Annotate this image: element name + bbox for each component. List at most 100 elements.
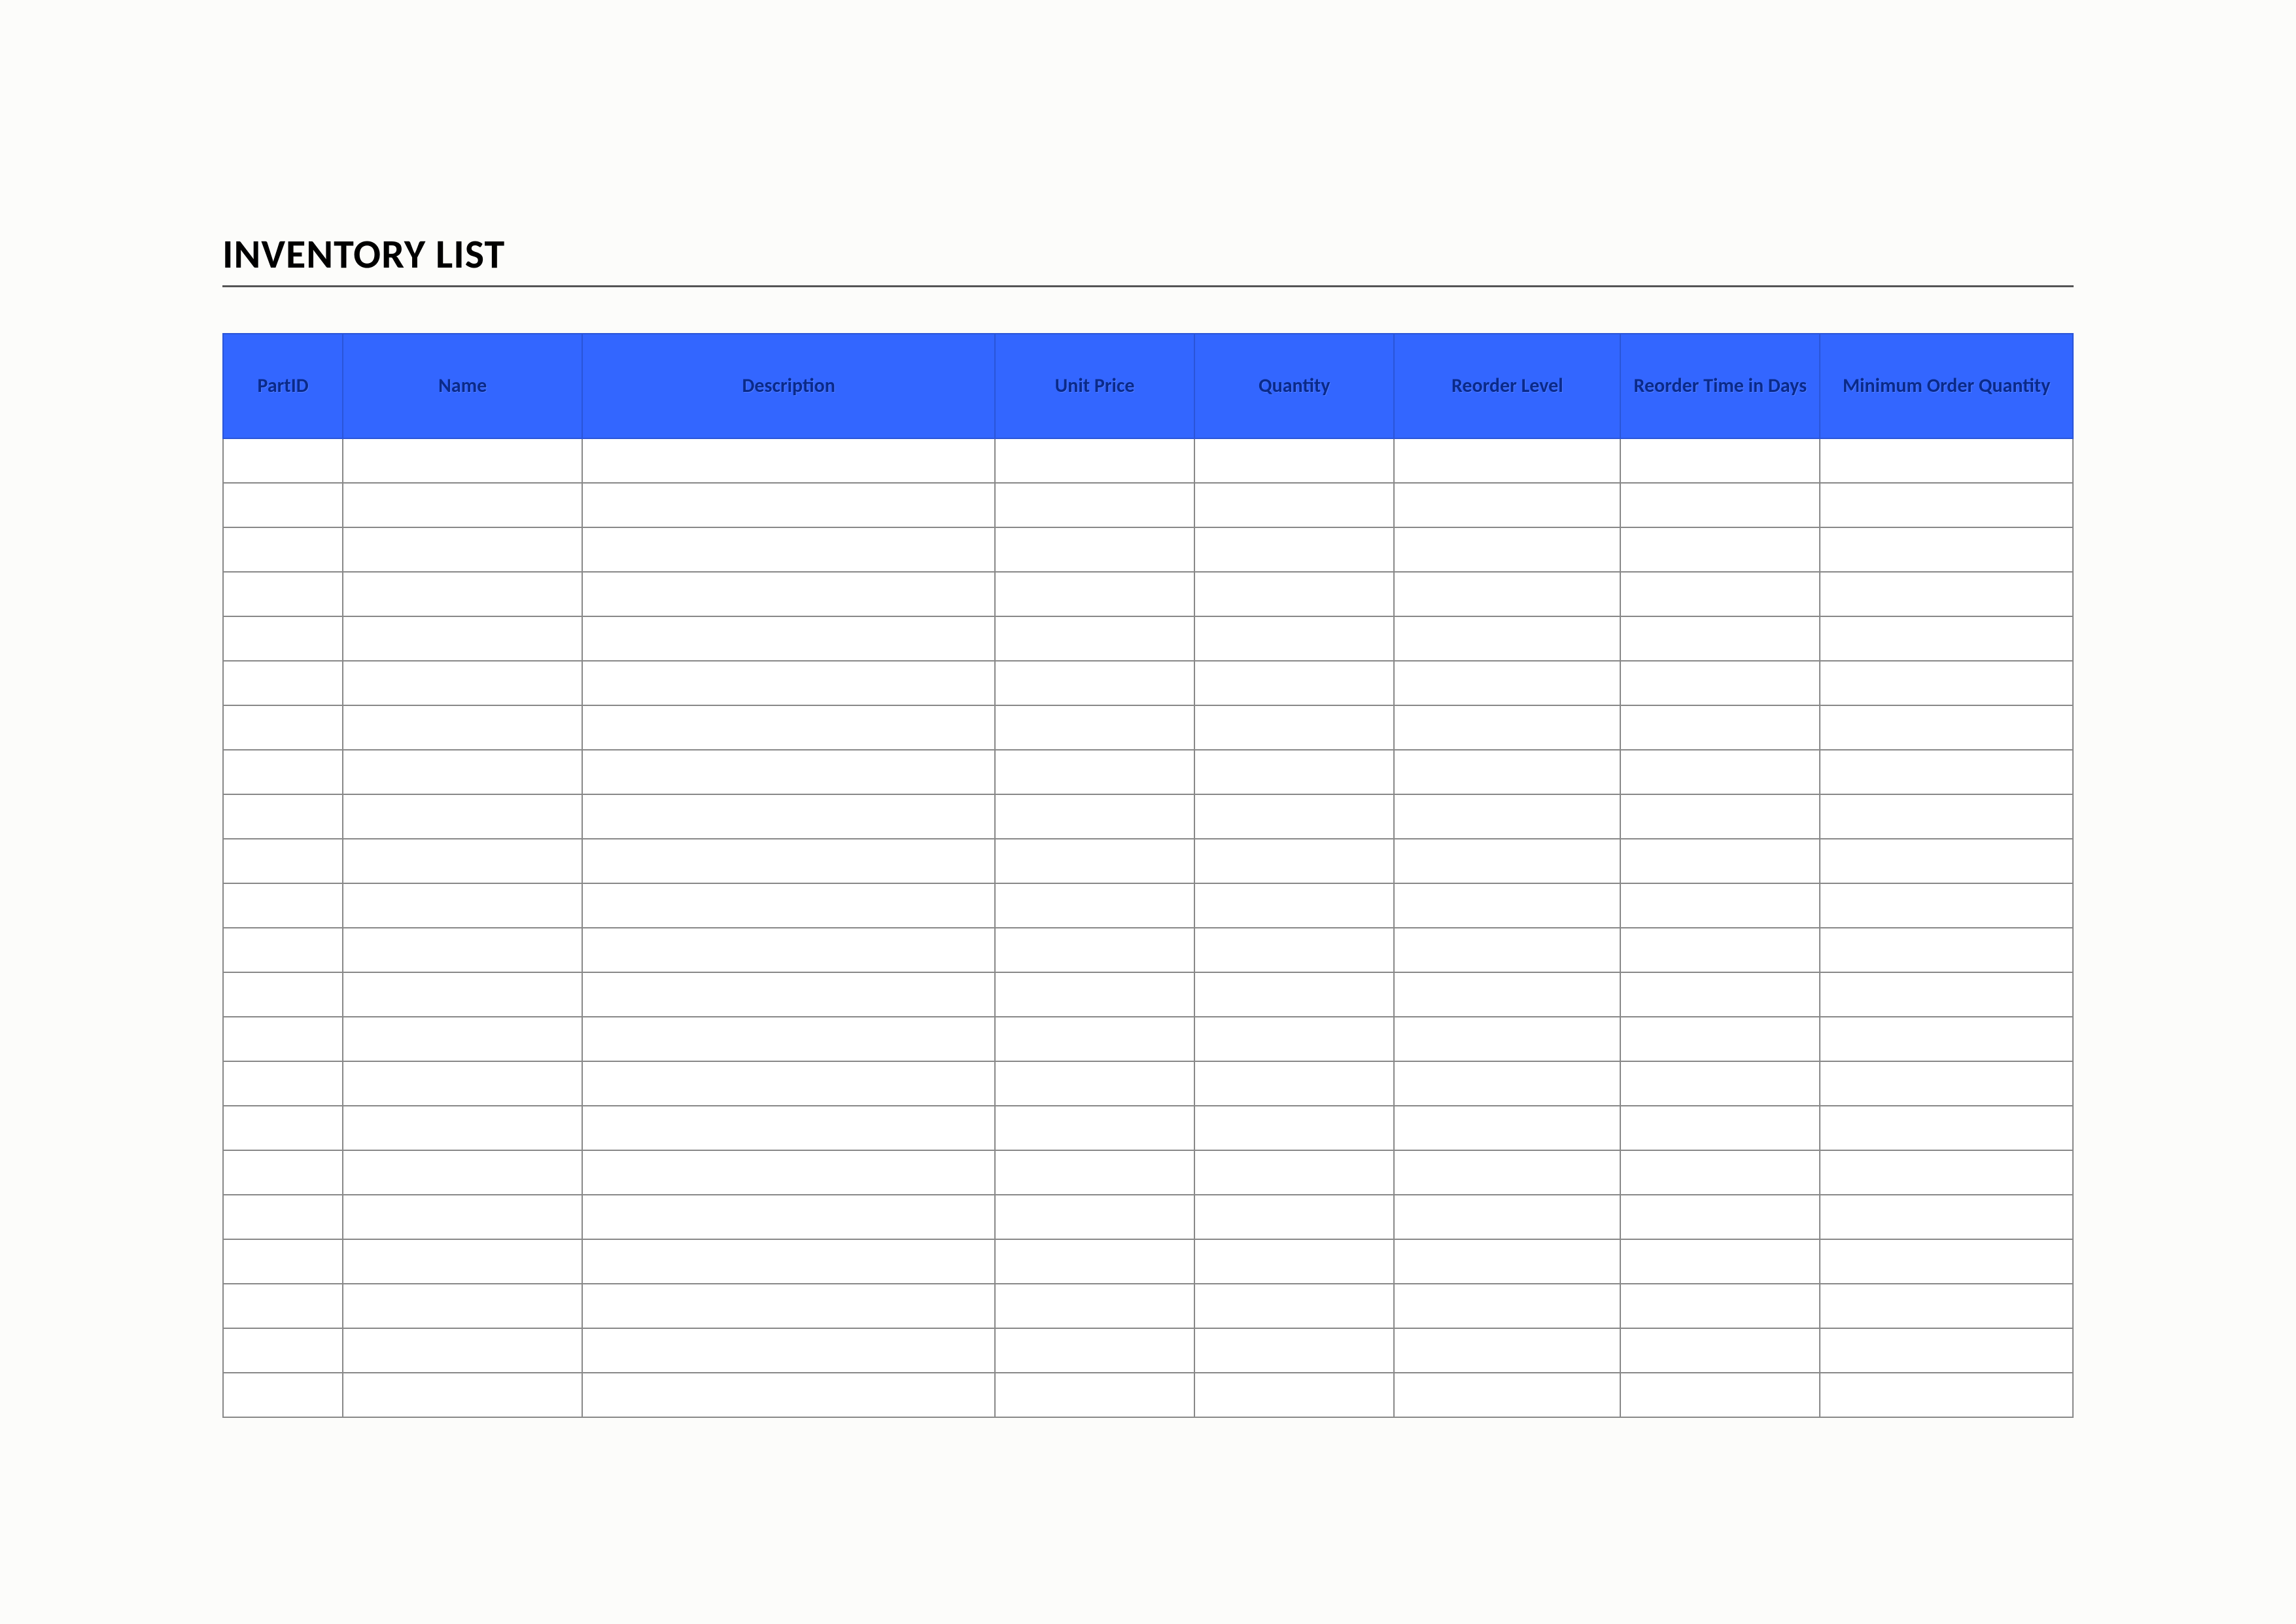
table-cell[interactable] <box>1620 1239 1820 1284</box>
table-cell[interactable] <box>1820 1373 2073 1417</box>
table-cell[interactable] <box>343 527 582 572</box>
table-cell[interactable] <box>1394 1150 1620 1195</box>
table-cell[interactable] <box>1820 972 2073 1017</box>
table-cell[interactable] <box>1620 750 1820 794</box>
table-cell[interactable] <box>343 1284 582 1328</box>
table-cell[interactable] <box>582 1150 995 1195</box>
table-cell[interactable] <box>1394 527 1620 572</box>
table-cell[interactable] <box>582 928 995 972</box>
table-cell[interactable] <box>995 1106 1194 1150</box>
table-cell[interactable] <box>582 1061 995 1106</box>
table-cell[interactable] <box>343 705 582 750</box>
table-cell[interactable] <box>343 616 582 661</box>
table-cell[interactable] <box>1820 794 2073 839</box>
table-cell[interactable] <box>223 438 343 483</box>
table-cell[interactable] <box>1620 794 1820 839</box>
table-cell[interactable] <box>223 1061 343 1106</box>
table-cell[interactable] <box>223 839 343 883</box>
table-cell[interactable] <box>1394 1373 1620 1417</box>
table-cell[interactable] <box>343 1106 582 1150</box>
table-cell[interactable] <box>1394 1328 1620 1373</box>
table-cell[interactable] <box>1820 1150 2073 1195</box>
table-cell[interactable] <box>223 1195 343 1239</box>
table-cell[interactable] <box>343 883 582 928</box>
table-cell[interactable] <box>1194 616 1394 661</box>
table-cell[interactable] <box>223 794 343 839</box>
table-cell[interactable] <box>582 705 995 750</box>
table-cell[interactable] <box>995 839 1194 883</box>
table-cell[interactable] <box>995 1150 1194 1195</box>
table-cell[interactable] <box>1820 1195 2073 1239</box>
table-cell[interactable] <box>995 883 1194 928</box>
table-cell[interactable] <box>223 572 343 616</box>
table-cell[interactable] <box>1820 572 2073 616</box>
table-cell[interactable] <box>1394 572 1620 616</box>
table-cell[interactable] <box>1620 438 1820 483</box>
table-cell[interactable] <box>995 1284 1194 1328</box>
table-cell[interactable] <box>1820 1061 2073 1106</box>
table-cell[interactable] <box>1820 1017 2073 1061</box>
table-cell[interactable] <box>343 928 582 972</box>
table-cell[interactable] <box>1194 438 1394 483</box>
table-cell[interactable] <box>995 750 1194 794</box>
table-cell[interactable] <box>1194 928 1394 972</box>
table-cell[interactable] <box>1620 1195 1820 1239</box>
table-cell[interactable] <box>995 483 1194 527</box>
table-cell[interactable] <box>1394 705 1620 750</box>
table-cell[interactable] <box>1620 705 1820 750</box>
table-cell[interactable] <box>223 661 343 705</box>
table-cell[interactable] <box>1620 1150 1820 1195</box>
table-cell[interactable] <box>343 483 582 527</box>
table-cell[interactable] <box>995 661 1194 705</box>
table-cell[interactable] <box>343 1373 582 1417</box>
table-cell[interactable] <box>1820 928 2073 972</box>
table-cell[interactable] <box>995 794 1194 839</box>
table-cell[interactable] <box>582 438 995 483</box>
table-cell[interactable] <box>582 839 995 883</box>
table-cell[interactable] <box>343 972 582 1017</box>
table-cell[interactable] <box>995 972 1194 1017</box>
table-cell[interactable] <box>343 1061 582 1106</box>
table-cell[interactable] <box>995 1195 1194 1239</box>
table-cell[interactable] <box>582 616 995 661</box>
table-cell[interactable] <box>343 661 582 705</box>
table-cell[interactable] <box>1820 483 2073 527</box>
table-cell[interactable] <box>995 1373 1194 1417</box>
table-cell[interactable] <box>582 1106 995 1150</box>
table-cell[interactable] <box>995 1061 1194 1106</box>
table-cell[interactable] <box>1194 1373 1394 1417</box>
table-cell[interactable] <box>223 1150 343 1195</box>
table-cell[interactable] <box>223 1328 343 1373</box>
table-cell[interactable] <box>995 527 1194 572</box>
table-cell[interactable] <box>995 1328 1194 1373</box>
table-cell[interactable] <box>1394 1017 1620 1061</box>
table-cell[interactable] <box>1194 1106 1394 1150</box>
table-cell[interactable] <box>1194 1328 1394 1373</box>
table-cell[interactable] <box>343 438 582 483</box>
table-cell[interactable] <box>582 527 995 572</box>
table-cell[interactable] <box>223 883 343 928</box>
table-cell[interactable] <box>223 616 343 661</box>
table-cell[interactable] <box>1194 750 1394 794</box>
table-cell[interactable] <box>582 1284 995 1328</box>
table-cell[interactable] <box>995 705 1194 750</box>
table-cell[interactable] <box>1394 1239 1620 1284</box>
table-cell[interactable] <box>1820 839 2073 883</box>
table-cell[interactable] <box>1620 616 1820 661</box>
table-cell[interactable] <box>1394 839 1620 883</box>
table-cell[interactable] <box>1394 1061 1620 1106</box>
table-cell[interactable] <box>1820 616 2073 661</box>
table-cell[interactable] <box>995 616 1194 661</box>
table-cell[interactable] <box>1820 1239 2073 1284</box>
table-cell[interactable] <box>223 750 343 794</box>
table-cell[interactable] <box>1620 1328 1820 1373</box>
table-cell[interactable] <box>223 1239 343 1284</box>
table-cell[interactable] <box>1194 839 1394 883</box>
table-cell[interactable] <box>1620 1106 1820 1150</box>
table-cell[interactable] <box>1620 1017 1820 1061</box>
table-cell[interactable] <box>343 1239 582 1284</box>
table-cell[interactable] <box>343 1328 582 1373</box>
table-cell[interactable] <box>1620 1284 1820 1328</box>
table-cell[interactable] <box>1194 483 1394 527</box>
table-cell[interactable] <box>1820 750 2073 794</box>
